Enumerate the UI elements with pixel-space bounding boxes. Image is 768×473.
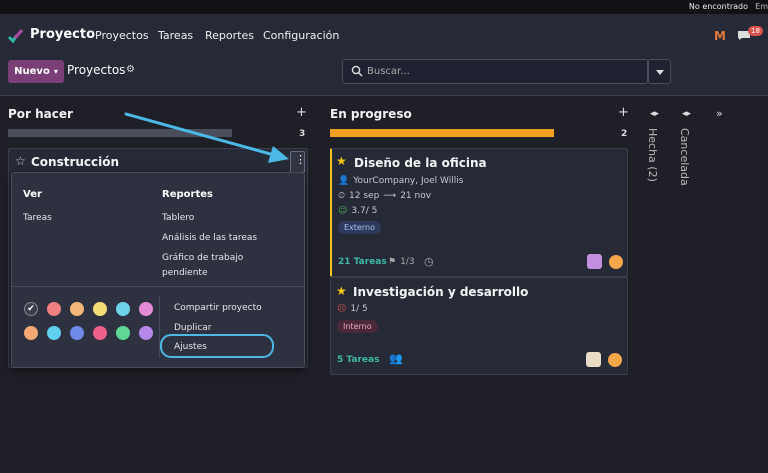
annotation-arrow — [124, 112, 289, 163]
